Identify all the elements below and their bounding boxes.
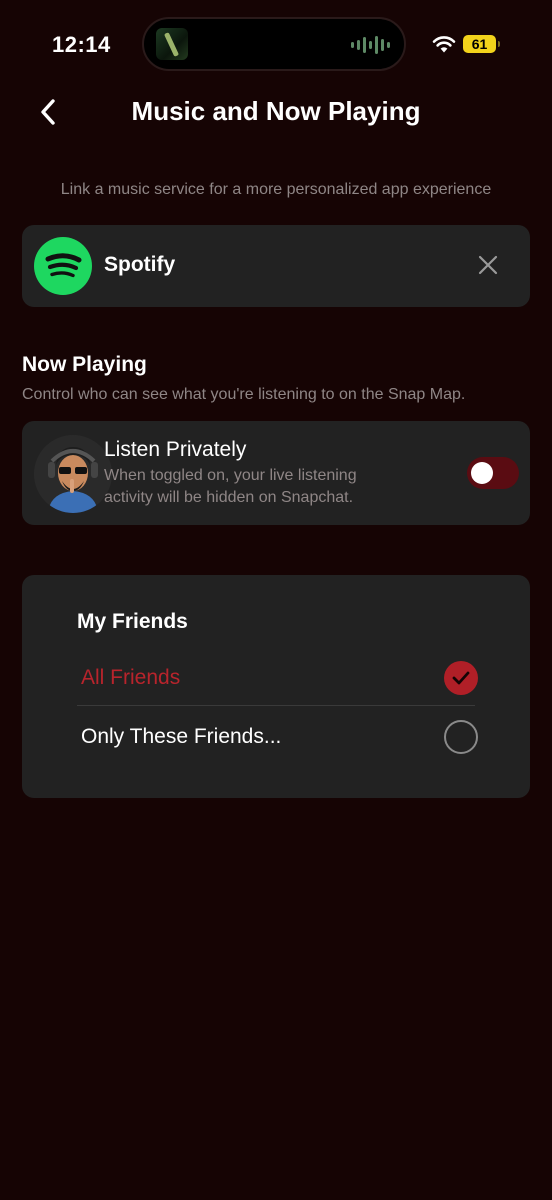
battery-indicator: 61 xyxy=(463,35,500,53)
option-all-friends[interactable]: All Friends xyxy=(77,648,478,706)
avatar xyxy=(34,435,112,513)
radio-checked-icon[interactable] xyxy=(444,661,478,695)
status-time: 12:14 xyxy=(52,32,111,57)
now-playing-artwork xyxy=(156,28,188,60)
page-title: Music and Now Playing xyxy=(131,96,421,126)
listen-privately-label: Listen Privately xyxy=(104,438,247,461)
checkmark-icon xyxy=(452,671,470,685)
option-all-friends-label: All Friends xyxy=(81,666,181,689)
spotify-icon xyxy=(34,237,92,295)
unlink-spotify-button[interactable] xyxy=(474,251,502,279)
option-only-these-friends[interactable]: Only These Friends... xyxy=(77,707,478,765)
now-playing-description: Control who can see what you're listenin… xyxy=(22,386,466,403)
now-playing-heading: Now Playing xyxy=(22,353,147,376)
wifi-icon xyxy=(432,36,456,53)
audio-waveform-icon xyxy=(351,36,390,54)
listen-privately-toggle[interactable] xyxy=(467,457,519,489)
close-icon xyxy=(478,255,498,275)
dynamic-island[interactable] xyxy=(142,17,406,71)
spotify-label: Spotify xyxy=(104,253,176,276)
option-only-these-friends-label: Only These Friends... xyxy=(81,725,282,748)
listen-privately-description: When toggled on, your live listening act… xyxy=(104,467,357,506)
spotify-service-card[interactable]: Spotify xyxy=(22,225,530,307)
my-friends-heading: My Friends xyxy=(77,610,188,633)
link-service-subtitle: Link a music service for a more personal… xyxy=(60,181,492,198)
status-bar: 12:14 61 xyxy=(0,0,552,90)
toggle-knob xyxy=(471,462,493,484)
radio-unchecked-icon[interactable] xyxy=(444,720,478,754)
